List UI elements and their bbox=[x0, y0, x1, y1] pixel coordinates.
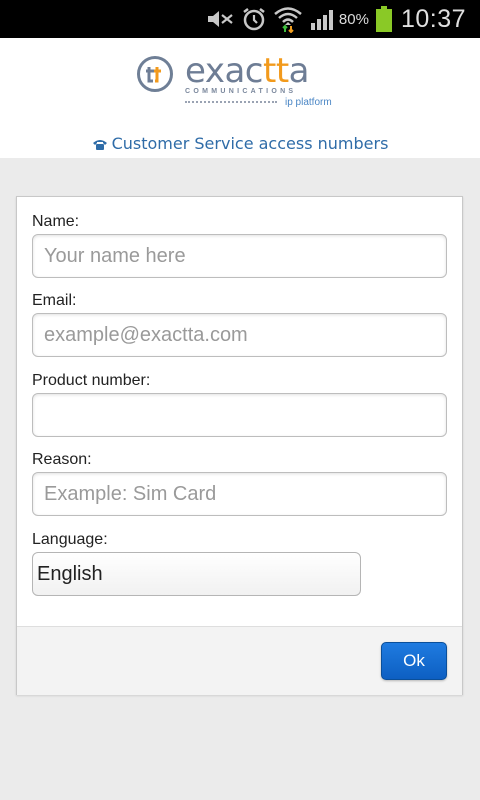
language-select[interactable]: English bbox=[32, 552, 361, 596]
logo-mark-icon bbox=[137, 56, 173, 92]
ok-button[interactable]: Ok bbox=[381, 642, 447, 680]
logo-wordmark: exactta bbox=[185, 51, 310, 91]
mute-icon bbox=[205, 0, 235, 38]
battery-icon bbox=[375, 0, 393, 38]
app-header: exactta COMMUNICATIONS ip platform Custo… bbox=[0, 38, 480, 158]
wifi-icon bbox=[273, 0, 303, 38]
logo-dotted-line bbox=[185, 101, 277, 107]
language-label: Language: bbox=[32, 531, 108, 548]
contact-form-card: Name: Email: Product number: Reason: Lan… bbox=[16, 196, 463, 695]
reason-input[interactable] bbox=[32, 472, 447, 516]
customer-service-link[interactable]: Customer Service access numbers bbox=[0, 134, 480, 155]
form-footer: Ok bbox=[17, 626, 462, 695]
signal-icon bbox=[309, 0, 337, 38]
alarm-icon bbox=[241, 0, 267, 38]
battery-percent: 80% bbox=[338, 10, 369, 28]
logo-word-start: exac bbox=[185, 51, 263, 91]
clock: 10:37 bbox=[400, 4, 466, 33]
email-input[interactable] bbox=[32, 313, 447, 357]
logo-word-end: a bbox=[288, 51, 310, 91]
logo-tagline: ip platform bbox=[285, 97, 332, 108]
reason-label: Reason: bbox=[32, 451, 92, 468]
email-label: Email: bbox=[32, 292, 77, 309]
product-number-label: Product number: bbox=[32, 372, 151, 389]
name-label: Name: bbox=[32, 213, 80, 230]
phone-icon bbox=[92, 136, 108, 155]
logo-word-accent: tt bbox=[262, 51, 289, 91]
language-selected-value: English bbox=[37, 563, 103, 585]
status-bar: 80% 10:37 bbox=[0, 0, 480, 38]
exactta-logo: exactta COMMUNICATIONS ip platform bbox=[137, 51, 342, 116]
product-number-input[interactable] bbox=[32, 393, 447, 437]
customer-service-label: Customer Service access numbers bbox=[111, 134, 389, 153]
name-input[interactable] bbox=[32, 234, 447, 278]
logo-subtitle: COMMUNICATIONS bbox=[185, 88, 297, 95]
